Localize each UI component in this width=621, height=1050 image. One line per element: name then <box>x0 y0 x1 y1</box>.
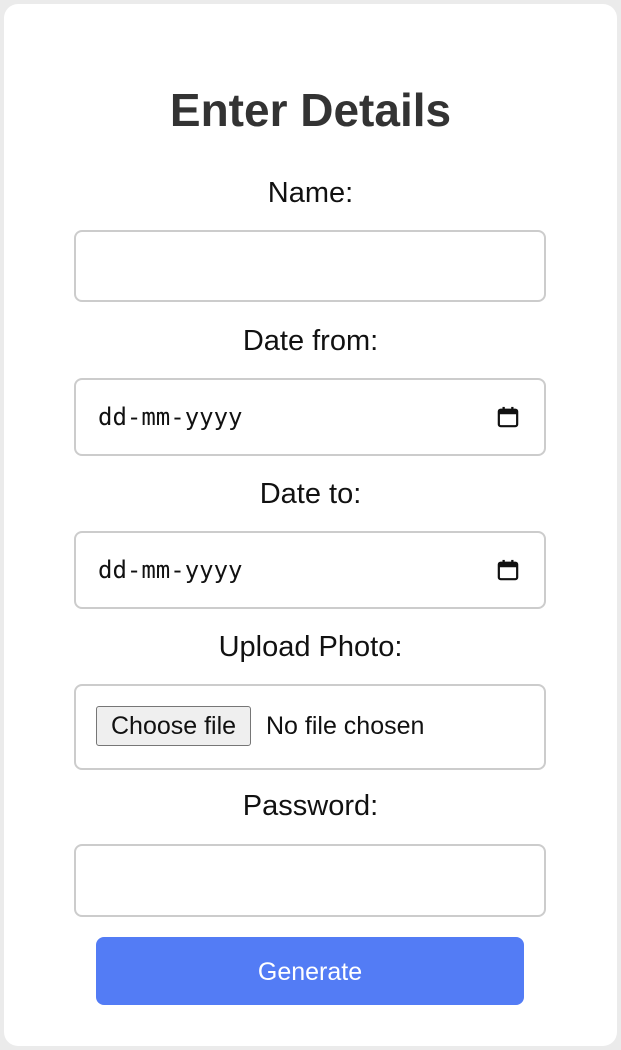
name-label: Name: <box>267 177 354 209</box>
upload-photo-label: Upload Photo: <box>218 631 403 663</box>
date-from-placeholder: dd-mm-yyyy <box>98 403 243 431</box>
calendar-icon[interactable] <box>497 559 519 581</box>
date-to-input[interactable]: dd-mm-yyyy <box>74 531 546 609</box>
photo-file-input: Choose file No file chosen <box>74 684 546 770</box>
date-from-input[interactable]: dd-mm-yyyy <box>74 378 546 456</box>
password-input[interactable] <box>76 846 544 915</box>
form-card: Enter Details Name: Date from: dd-mm-yyy… <box>4 4 617 1046</box>
page-title: Enter Details <box>169 84 452 136</box>
file-status-text: No file chosen <box>266 712 425 740</box>
date-to-placeholder: dd-mm-yyyy <box>98 556 243 584</box>
name-input[interactable] <box>76 232 544 300</box>
generate-button[interactable]: Generate <box>96 937 524 1005</box>
password-label: Password: <box>242 790 379 822</box>
calendar-icon[interactable] <box>497 406 519 428</box>
date-from-label: Date from: <box>242 325 379 357</box>
password-field-wrapper <box>74 844 546 917</box>
date-to-label: Date to: <box>259 478 362 510</box>
choose-file-button[interactable]: Choose file <box>96 706 252 746</box>
name-field-wrapper <box>74 230 546 302</box>
